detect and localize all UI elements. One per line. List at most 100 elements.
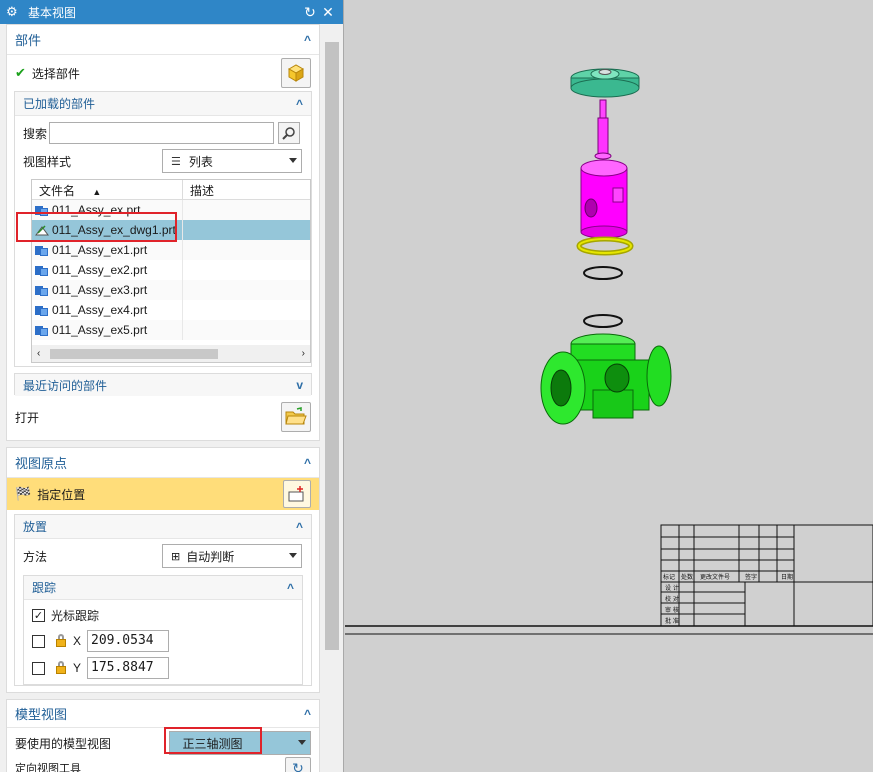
search-label: 搜索 xyxy=(23,126,48,141)
rotate-icon: ↻ xyxy=(292,759,304,772)
filename-cell: 011_Assy_ex4.prt xyxy=(32,300,183,320)
table-row[interactable]: 011_Assy_ex4.prt xyxy=(32,300,310,320)
method-label: 方法 xyxy=(23,549,48,564)
view-origin-header[interactable]: 视图原点 ^ xyxy=(7,448,319,478)
panel-scrollbar[interactable] xyxy=(322,24,343,772)
search-input[interactable] xyxy=(49,122,274,144)
collapse-caret-icon[interactable]: ^ xyxy=(304,456,311,470)
column-filename-label: 文件名 xyxy=(39,184,76,198)
search-icon xyxy=(282,127,295,140)
callout-model-view xyxy=(164,727,262,754)
recent-parts-header[interactable]: 最近访问的部件 v xyxy=(15,374,311,396)
x-input[interactable]: 209.0534 xyxy=(87,630,169,652)
y-lock-checkbox[interactable] xyxy=(32,661,45,675)
chevron-down-icon xyxy=(298,740,306,745)
part-file-icon xyxy=(35,244,49,257)
filename-text: 011_Assy_ex2.prt xyxy=(52,263,148,277)
model-view-to-use-label: 要使用的模型视图 xyxy=(15,736,112,751)
reset-icon[interactable]: ↻ xyxy=(301,4,319,21)
filename-text: 011_Assy_ex3.prt xyxy=(52,283,148,297)
chevron-down-icon xyxy=(289,553,297,558)
collapse-caret-icon[interactable]: ^ xyxy=(296,520,303,534)
title-block-label: 日期 xyxy=(781,573,793,581)
x-row: X 209.0534 xyxy=(24,628,302,654)
tracking-header[interactable]: 跟踪 ^ xyxy=(24,576,302,600)
exploded-assembly-view: 标记 处数 更改文件号 签字 日期 设 计 校 对 审 核 批 准 xyxy=(345,68,873,635)
select-part-button[interactable] xyxy=(281,58,311,88)
expand-caret-icon[interactable]: v xyxy=(296,378,303,392)
title-block-side-label: 设 计 xyxy=(665,584,679,592)
view-style-select[interactable]: ☰ 列表 xyxy=(162,149,302,173)
scrollbar-thumb[interactable] xyxy=(325,42,339,650)
method-select[interactable]: ⊞ 自动判断 xyxy=(162,544,302,568)
placement-header[interactable]: 放置 ^ xyxy=(15,515,311,539)
check-icon: ✔ xyxy=(15,65,26,80)
model-view-label: 模型视图 xyxy=(15,707,68,722)
column-header-description[interactable]: 描述 xyxy=(183,180,310,199)
scroll-right-icon[interactable]: › xyxy=(302,348,305,359)
filename-text: 011_Assy_ex5.prt xyxy=(52,323,148,337)
collapse-caret-icon[interactable]: ^ xyxy=(287,581,294,595)
specify-location-button[interactable] xyxy=(283,480,311,508)
close-icon[interactable]: ✕ xyxy=(319,4,337,21)
description-cell xyxy=(183,240,310,260)
callout-selected-file xyxy=(16,212,177,242)
open-button[interactable] xyxy=(281,402,311,432)
specify-location-row[interactable]: 🏁 指定位置 xyxy=(7,478,319,510)
tracking-subgroup: 跟踪 ^ ✓ 光标跟踪 X 209.0534 Y 175.8847 xyxy=(23,575,303,685)
cursor-tracking-row: ✓ 光标跟踪 xyxy=(24,602,302,628)
title-block-side-label: 校 对 xyxy=(665,595,679,603)
o-ring-upper xyxy=(583,266,623,280)
part-file-icon xyxy=(35,324,49,337)
table-row[interactable]: 011_Assy_ex5.prt xyxy=(32,320,310,340)
x-lock-checkbox[interactable] xyxy=(32,634,45,648)
lock-icon xyxy=(55,661,67,675)
lock-icon xyxy=(55,634,67,648)
model-view-header[interactable]: 模型视图 ^ xyxy=(7,700,319,728)
cursor-tracking-label: 光标跟踪 xyxy=(51,608,100,623)
y-input[interactable]: 175.8847 xyxy=(87,657,169,679)
table-hscrollbar[interactable]: ‹ › xyxy=(32,345,310,362)
filename-cell: 011_Assy_ex2.prt xyxy=(32,260,183,280)
list-icon: ☰ xyxy=(171,155,181,168)
point-dialog-icon xyxy=(288,486,304,502)
description-cell xyxy=(183,260,310,280)
cursor-tracking-checkbox[interactable]: ✓ xyxy=(32,608,45,622)
collapse-caret-icon[interactable]: ^ xyxy=(296,97,303,111)
table-header: 文件名 ▲ 描述 xyxy=(32,180,310,200)
view-style-row: 视图样式 ☰ 列表 xyxy=(15,147,311,175)
search-button[interactable] xyxy=(278,122,300,144)
bonnet-part xyxy=(570,68,640,98)
recent-parts-label: 最近访问的部件 xyxy=(23,378,108,393)
o-ring-lower xyxy=(583,314,623,328)
table-row[interactable]: 011_Assy_ex1.prt xyxy=(32,240,310,260)
dialog-titlebar: ⚙ 基本视图 ↻ ✕ xyxy=(0,0,343,24)
orient-view-button[interactable]: ↻ xyxy=(285,757,311,772)
scroll-left-icon[interactable]: ‹ xyxy=(37,348,40,359)
table-row[interactable]: 011_Assy_ex3.prt xyxy=(32,280,310,300)
view-style-label: 视图样式 xyxy=(23,154,72,169)
open-row: 打开 xyxy=(7,401,319,433)
method-row: 方法 ⊞ 自动判断 xyxy=(15,539,311,573)
filename-cell: 011_Assy_ex1.prt xyxy=(32,240,183,260)
filename-text: 011_Assy_ex1.prt xyxy=(52,243,148,257)
filename-cell: 011_Assy_ex3.prt xyxy=(32,280,183,300)
hscroll-thumb[interactable] xyxy=(50,349,218,359)
table-row[interactable]: 011_Assy_ex2.prt xyxy=(32,260,310,280)
checkered-flag-icon: 🏁 xyxy=(15,486,32,501)
chevron-down-icon xyxy=(289,158,297,163)
column-header-filename[interactable]: 文件名 ▲ xyxy=(32,180,183,199)
collapse-caret-icon[interactable]: ^ xyxy=(304,33,311,47)
column-description-label: 描述 xyxy=(190,184,215,198)
loaded-parts-header[interactable]: 已加载的部件 ^ xyxy=(15,92,311,116)
parts-group-header[interactable]: 部件 ^ xyxy=(7,25,319,55)
graphics-window[interactable]: 标记 处数 更改文件号 签字 日期 设 计 校 对 审 核 批 准 xyxy=(345,0,873,772)
collapse-caret-icon[interactable]: ^ xyxy=(304,707,311,721)
view-origin-group: 视图原点 ^ 🏁 指定位置 放置 ^ 方法 ⊞ 自动判断 跟踪 ^ ✓ 光标跟踪… xyxy=(6,447,320,693)
tracking-label: 跟踪 xyxy=(32,581,57,595)
part-file-icon xyxy=(35,304,49,317)
dialog-title: 基本视图 xyxy=(28,5,77,20)
valve-body-upper xyxy=(580,159,628,239)
folder-open-icon xyxy=(285,407,307,425)
y-row: Y 175.8847 xyxy=(24,654,302,682)
